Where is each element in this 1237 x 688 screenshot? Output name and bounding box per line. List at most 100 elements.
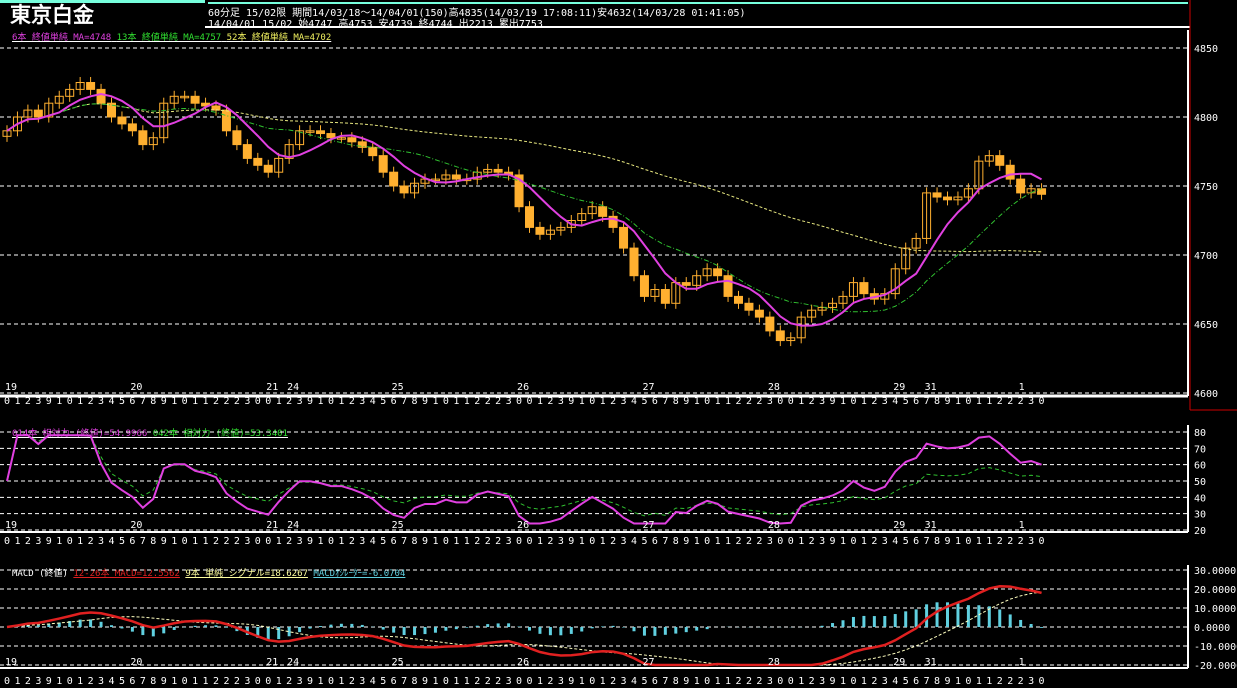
candle-body	[242, 144, 252, 159]
date-label: 27	[642, 520, 654, 531]
price-ytick-label: 4850	[1194, 44, 1218, 55]
hour-tick-label: 1	[976, 676, 982, 687]
hour-tick-label: 0	[527, 676, 533, 687]
hour-tick-label: 7	[662, 676, 668, 687]
hour-tick-label: 0	[1039, 396, 1045, 407]
hour-tick-label: 4	[370, 536, 376, 547]
candle-body	[1016, 178, 1026, 194]
ma13-line	[6, 103, 1042, 313]
hour-tick-label: 9	[683, 536, 689, 547]
hour-tick-label: 2	[547, 396, 553, 407]
hour-tick-label: 2	[213, 676, 219, 687]
hour-tick-label: 6	[129, 676, 135, 687]
hour-tick-label: 1	[579, 396, 585, 407]
hour-tick-label: 6	[391, 396, 397, 407]
date-label: 1	[1019, 382, 1025, 393]
candle-body	[681, 282, 691, 286]
hour-tick-label: 9	[568, 396, 574, 407]
candle-body	[598, 206, 608, 217]
macd-signal-line	[6, 591, 1042, 666]
hour-tick-label: 0	[965, 396, 971, 407]
hour-tick-label: 0	[1039, 676, 1045, 687]
hour-tick-label: 2	[746, 536, 752, 547]
hour-tick-label: 2	[809, 396, 815, 407]
hour-tick-label: 9	[830, 396, 836, 407]
hour-tick-label: 5	[903, 396, 909, 407]
hour-tick-label: 1	[861, 396, 867, 407]
hour-tick-label: 2	[25, 536, 31, 547]
hour-tick-label: 6	[913, 396, 919, 407]
hour-tick-label: 6	[652, 536, 658, 547]
date-label: 27	[642, 657, 654, 668]
candle-body	[639, 275, 649, 297]
hour-tick-label: 5	[119, 536, 125, 547]
hour-tick-label: 9	[46, 536, 52, 547]
date-label: 1	[1019, 520, 1025, 531]
hour-tick-label: 2	[1018, 676, 1024, 687]
hour-tick-label: 9	[46, 676, 52, 687]
date-label: 28	[768, 657, 780, 668]
hour-tick-label: 1	[955, 676, 961, 687]
candle-body	[347, 137, 357, 143]
hour-tick-label: 1	[338, 396, 344, 407]
hour-tick-label: 1	[318, 396, 324, 407]
hour-tick-label: 2	[610, 676, 616, 687]
hour-tick-label: 8	[150, 536, 156, 547]
macd-ytick-label: -10.0000	[1194, 642, 1237, 653]
hour-tick-label: 1	[14, 676, 20, 687]
hour-tick-label: 1	[464, 676, 470, 687]
hour-tick-label: 3	[621, 536, 627, 547]
hour-tick-label: 2	[485, 676, 491, 687]
hour-tick-label: 9	[422, 396, 428, 407]
date-label: 24	[287, 382, 299, 393]
hour-tick-label: 3	[297, 536, 303, 547]
hour-tick-label: 6	[391, 676, 397, 687]
hour-tick-label: 2	[871, 536, 877, 547]
hour-tick-label: 3	[1028, 536, 1034, 547]
hour-tick-label: 0	[4, 536, 10, 547]
candle-body	[127, 123, 137, 132]
hour-tick-label: 3	[882, 676, 888, 687]
hour-tick-label: 4	[631, 396, 637, 407]
date-label: 25	[392, 382, 404, 393]
hour-tick-label: 7	[401, 396, 407, 407]
hour-tick-label: 0	[1039, 536, 1045, 547]
candle-body	[775, 330, 785, 342]
hour-tick-label: 5	[380, 676, 386, 687]
hour-tick-label: 1	[955, 536, 961, 547]
hour-tick-label: 3	[621, 396, 627, 407]
rsi-ytick-label: 50	[1194, 477, 1206, 488]
candle-body	[232, 130, 242, 146]
hour-tick-label: 8	[150, 396, 156, 407]
candle-body	[221, 109, 231, 132]
hour-tick-label: 8	[673, 536, 679, 547]
hour-tick-label: 2	[88, 536, 94, 547]
hour-tick-label: 0	[265, 396, 271, 407]
hour-tick-label: 1	[840, 396, 846, 407]
hour-tick-label: 1	[537, 396, 543, 407]
hour-tick-label: 1	[600, 536, 606, 547]
hour-tick-label: 2	[756, 396, 762, 407]
hour-tick-label: 9	[683, 676, 689, 687]
hour-tick-label: 7	[401, 536, 407, 547]
hour-tick-label: 0	[265, 676, 271, 687]
macd-ytick-label: -20.0000	[1194, 661, 1237, 672]
hour-tick-label: 3	[98, 536, 104, 547]
date-label: 21	[266, 520, 278, 531]
hour-tick-label: 1	[537, 536, 543, 547]
hour-tick-label: 3	[506, 536, 512, 547]
hour-tick-label: 8	[934, 396, 940, 407]
hour-tick-label: 6	[913, 536, 919, 547]
hour-tick-label: 1	[986, 676, 992, 687]
hour-tick-label: 3	[819, 536, 825, 547]
hour-tick-label: 1	[77, 396, 83, 407]
hour-tick-label: 3	[767, 676, 773, 687]
hour-tick-label: 3	[621, 676, 627, 687]
hour-tick-label: 7	[140, 396, 146, 407]
hour-tick-label: 1	[56, 676, 62, 687]
hour-tick-label: 2	[756, 676, 762, 687]
hour-tick-label: 4	[109, 536, 115, 547]
hour-tick-label: 1	[798, 536, 804, 547]
hour-tick-label: 3	[35, 396, 41, 407]
hour-tick-label: 0	[255, 536, 261, 547]
